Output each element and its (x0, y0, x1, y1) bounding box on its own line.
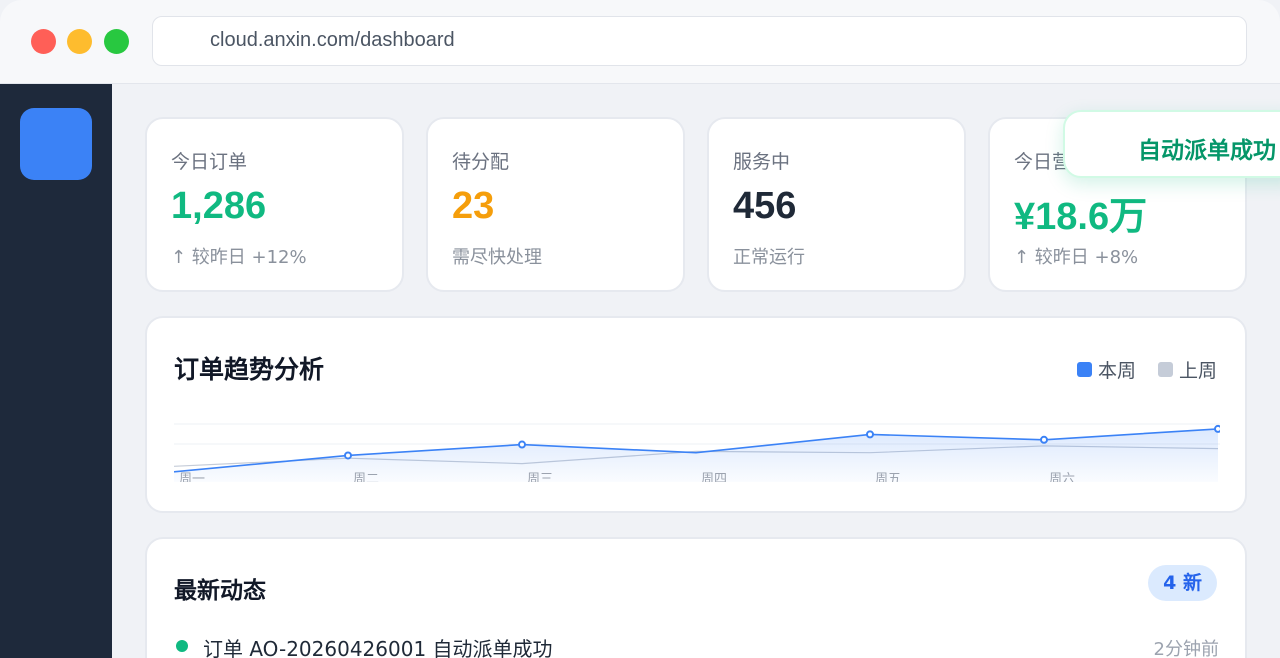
status-dot-icon (176, 640, 188, 652)
order-trend-chart: 周一周二周三周四周五周六周日 (174, 423, 1220, 482)
x-tick-label: 周六 (1049, 472, 1075, 482)
chart-legend: 本周 上周 (1076, 356, 1217, 383)
chart-title: 订单趋势分析 (174, 355, 325, 384)
browser-chrome: cloud.anxin.com/dashboard (0, 0, 1280, 84)
data-point[interactable] (866, 430, 874, 439)
legend-swatch (1076, 362, 1092, 377)
activity-text: 订单 AO-20260426001 自动派单成功 (203, 637, 553, 658)
list-item[interactable]: 订单 AO-20260426001 自动派单成功 2分钟前 (174, 633, 1219, 658)
stat-card-pending[interactable]: 待分配 23 需尽快处理 (426, 117, 685, 292)
toast-notification[interactable]: 自动派单成功 (1063, 110, 1280, 178)
stat-sub: 需尽快处理 (452, 247, 542, 268)
stat-sub: ↑ 较昨日 +8% (1014, 247, 1139, 268)
x-tick-label: 周二 (353, 472, 379, 482)
app-logo-icon[interactable] (20, 108, 92, 180)
close-window-button[interactable] (31, 29, 56, 54)
stat-value: 1,286 (171, 185, 267, 227)
stat-label: 今日订单 (171, 151, 248, 173)
address-bar[interactable]: cloud.anxin.com/dashboard (152, 16, 1247, 66)
stat-value: 23 (452, 185, 495, 227)
stat-value: ¥18.6万 (1014, 196, 1148, 238)
data-point[interactable] (1040, 435, 1048, 444)
legend-label: 上周 (1178, 360, 1217, 382)
stat-value: 456 (733, 185, 797, 227)
new-count-badge[interactable]: 4 新 (1148, 565, 1217, 601)
activity-time: 2分钟前 (1153, 639, 1219, 658)
legend-label: 本周 (1097, 360, 1136, 382)
stat-card-in-service[interactable]: 服务中 456 正常运行 (707, 117, 966, 292)
legend-item-this-week[interactable]: 本周 (1076, 356, 1136, 383)
data-point[interactable] (1214, 424, 1220, 433)
x-tick-label: 周四 (701, 472, 727, 482)
legend-swatch (1157, 362, 1173, 377)
toast-text: 自动派单成功 (1138, 138, 1276, 164)
stat-sub: 正常运行 (733, 247, 805, 268)
url-text: cloud.anxin.com/dashboard (210, 29, 455, 51)
stat-label: 待分配 (452, 151, 510, 173)
minimize-window-button[interactable] (67, 29, 92, 54)
activity-card: 最新动态 4 新 订单 AO-20260426001 自动派单成功 2分钟前 (145, 537, 1247, 658)
x-tick-label: 周一 (179, 472, 205, 482)
data-point[interactable] (344, 451, 352, 460)
stat-label: 服务中 (733, 151, 791, 173)
sidebar (0, 84, 112, 658)
data-point[interactable] (518, 440, 526, 449)
x-tick-label: 周五 (875, 472, 901, 482)
stat-card-today-orders[interactable]: 今日订单 1,286 ↑ 较昨日 +12% (145, 117, 404, 292)
x-tick-label: 周三 (527, 472, 553, 482)
maximize-window-button[interactable] (104, 29, 129, 54)
order-trend-card: 订单趋势分析 本周 上周 周一周二周三周四周五周六周日 (145, 316, 1247, 513)
stat-sub: ↑ 较昨日 +12% (171, 247, 307, 268)
legend-item-last-week[interactable]: 上周 (1157, 356, 1217, 383)
activity-title: 最新动态 (174, 578, 266, 604)
